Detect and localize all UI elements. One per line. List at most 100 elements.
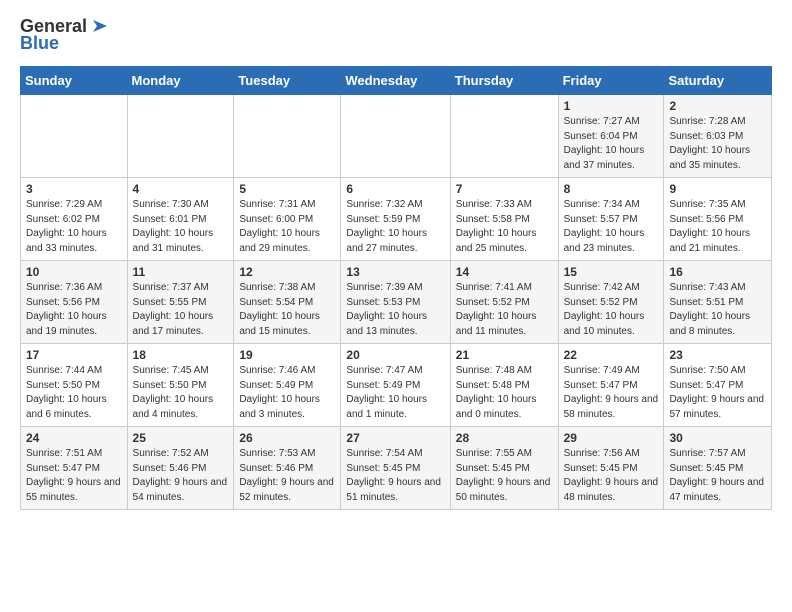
day-info: Sunrise: 7:28 AM Sunset: 6:03 PM Dayligh… — [669, 115, 766, 173]
calendar-cell: 22 Sunrise: 7:49 AM Sunset: 5:47 PM Dayli… — [558, 344, 664, 427]
day-number: 14 — [456, 265, 553, 279]
calendar-cell: 9 Sunrise: 7:35 AM Sunset: 5:56 PM Daylig… — [664, 178, 772, 261]
calendar-cell — [127, 95, 234, 178]
calendar-cell: 17 Sunrise: 7:44 AM Sunset: 5:50 PM Dayli… — [21, 344, 128, 427]
calendar-cell — [21, 95, 128, 178]
calendar-cell: 19 Sunrise: 7:46 AM Sunset: 5:49 PM Dayli… — [234, 344, 341, 427]
calendar-week-row: 3 Sunrise: 7:29 AM Sunset: 6:02 PM Daylig… — [21, 178, 772, 261]
day-info: Sunrise: 7:49 AM Sunset: 5:47 PM Dayligh… — [564, 364, 659, 422]
day-info: Sunrise: 7:32 AM Sunset: 5:59 PM Dayligh… — [346, 198, 444, 256]
day-info: Sunrise: 7:57 AM Sunset: 5:45 PM Dayligh… — [669, 447, 766, 505]
header: General Blue — [20, 16, 772, 54]
day-number: 10 — [26, 265, 122, 279]
day-number: 28 — [456, 431, 553, 445]
calendar-cell: 26 Sunrise: 7:53 AM Sunset: 5:46 PM Dayli… — [234, 427, 341, 510]
calendar-cell: 7 Sunrise: 7:33 AM Sunset: 5:58 PM Daylig… — [450, 178, 558, 261]
day-info: Sunrise: 7:56 AM Sunset: 5:45 PM Dayligh… — [564, 447, 659, 505]
day-number: 13 — [346, 265, 444, 279]
calendar-table: SundayMondayTuesdayWednesdayThursdayFrid… — [20, 66, 772, 510]
day-info: Sunrise: 7:35 AM Sunset: 5:56 PM Dayligh… — [669, 198, 766, 256]
day-info: Sunrise: 7:29 AM Sunset: 6:02 PM Dayligh… — [26, 198, 122, 256]
calendar-cell — [450, 95, 558, 178]
calendar-cell: 24Sunrise: 7:51 AM Sunset: 5:47 PM Dayli… — [21, 427, 128, 510]
calendar-cell: 11 Sunrise: 7:37 AM Sunset: 5:55 PM Dayli… — [127, 261, 234, 344]
day-info: Sunrise: 7:55 AM Sunset: 5:45 PM Dayligh… — [456, 447, 553, 505]
day-number: 19 — [239, 348, 335, 362]
calendar-header-wednesday: Wednesday — [341, 67, 450, 95]
day-number: 1 — [564, 99, 659, 113]
calendar-cell: 12 Sunrise: 7:38 AM Sunset: 5:54 PM Dayli… — [234, 261, 341, 344]
day-info: Sunrise: 7:41 AM Sunset: 5:52 PM Dayligh… — [456, 281, 553, 339]
calendar-cell: 30Sunrise: 7:57 AM Sunset: 5:45 PM Dayli… — [664, 427, 772, 510]
day-number: 3 — [26, 182, 122, 196]
day-number: 20 — [346, 348, 444, 362]
day-info: Sunrise: 7:52 AM Sunset: 5:46 PM Dayligh… — [133, 447, 229, 505]
day-number: 12 — [239, 265, 335, 279]
day-info: Sunrise: 7:45 AM Sunset: 5:50 PM Dayligh… — [133, 364, 229, 422]
calendar-cell: 15Sunrise: 7:42 AM Sunset: 5:52 PM Dayli… — [558, 261, 664, 344]
day-info: Sunrise: 7:30 AM Sunset: 6:01 PM Dayligh… — [133, 198, 229, 256]
calendar-cell: 27 Sunrise: 7:54 AM Sunset: 5:45 PM Dayli… — [341, 427, 450, 510]
day-number: 23 — [669, 348, 766, 362]
calendar-cell: 20Sunrise: 7:47 AM Sunset: 5:49 PM Dayli… — [341, 344, 450, 427]
day-info: Sunrise: 7:50 AM Sunset: 5:47 PM Dayligh… — [669, 364, 766, 422]
day-number: 15 — [564, 265, 659, 279]
day-info: Sunrise: 7:54 AM Sunset: 5:45 PM Dayligh… — [346, 447, 444, 505]
calendar-week-row: 17 Sunrise: 7:44 AM Sunset: 5:50 PM Dayli… — [21, 344, 772, 427]
calendar-cell: 8Sunrise: 7:34 AM Sunset: 5:57 PM Daylig… — [558, 178, 664, 261]
calendar-cell: 6 Sunrise: 7:32 AM Sunset: 5:59 PM Daylig… — [341, 178, 450, 261]
calendar-cell: 4 Sunrise: 7:30 AM Sunset: 6:01 PM Daylig… — [127, 178, 234, 261]
day-number: 11 — [133, 265, 229, 279]
day-number: 9 — [669, 182, 766, 196]
logo-arrow-icon — [89, 15, 111, 37]
day-info: Sunrise: 7:39 AM Sunset: 5:53 PM Dayligh… — [346, 281, 444, 339]
calendar-cell: 14 Sunrise: 7:41 AM Sunset: 5:52 PM Dayli… — [450, 261, 558, 344]
day-info: Sunrise: 7:46 AM Sunset: 5:49 PM Dayligh… — [239, 364, 335, 422]
day-info: Sunrise: 7:53 AM Sunset: 5:46 PM Dayligh… — [239, 447, 335, 505]
day-number: 27 — [346, 431, 444, 445]
page: General Blue SundayMondayTuesdayWednesda… — [0, 0, 792, 526]
calendar-cell: 16 Sunrise: 7:43 AM Sunset: 5:51 PM Dayli… — [664, 261, 772, 344]
day-info: Sunrise: 7:33 AM Sunset: 5:58 PM Dayligh… — [456, 198, 553, 256]
day-number: 6 — [346, 182, 444, 196]
day-number: 5 — [239, 182, 335, 196]
day-number: 4 — [133, 182, 229, 196]
calendar-header-monday: Monday — [127, 67, 234, 95]
calendar-header-friday: Friday — [558, 67, 664, 95]
logo-blue-text: Blue — [20, 33, 59, 54]
calendar-header-saturday: Saturday — [664, 67, 772, 95]
calendar-cell — [234, 95, 341, 178]
calendar-week-row: 24Sunrise: 7:51 AM Sunset: 5:47 PM Dayli… — [21, 427, 772, 510]
day-number: 18 — [133, 348, 229, 362]
day-info: Sunrise: 7:43 AM Sunset: 5:51 PM Dayligh… — [669, 281, 766, 339]
day-number: 21 — [456, 348, 553, 362]
logo: General Blue — [20, 16, 111, 54]
day-number: 26 — [239, 431, 335, 445]
calendar-cell: 25Sunrise: 7:52 AM Sunset: 5:46 PM Dayli… — [127, 427, 234, 510]
calendar-cell: 2 Sunrise: 7:28 AM Sunset: 6:03 PM Daylig… — [664, 95, 772, 178]
calendar-cell: 5 Sunrise: 7:31 AM Sunset: 6:00 PM Daylig… — [234, 178, 341, 261]
day-number: 16 — [669, 265, 766, 279]
day-number: 24 — [26, 431, 122, 445]
day-info: Sunrise: 7:44 AM Sunset: 5:50 PM Dayligh… — [26, 364, 122, 422]
day-info: Sunrise: 7:38 AM Sunset: 5:54 PM Dayligh… — [239, 281, 335, 339]
day-info: Sunrise: 7:27 AM Sunset: 6:04 PM Dayligh… — [564, 115, 659, 173]
day-number: 7 — [456, 182, 553, 196]
calendar-cell: 13 Sunrise: 7:39 AM Sunset: 5:53 PM Dayli… — [341, 261, 450, 344]
calendar-cell: 28 Sunrise: 7:55 AM Sunset: 5:45 PM Dayli… — [450, 427, 558, 510]
day-number: 22 — [564, 348, 659, 362]
day-info: Sunrise: 7:37 AM Sunset: 5:55 PM Dayligh… — [133, 281, 229, 339]
calendar-week-row: 10Sunrise: 7:36 AM Sunset: 5:56 PM Dayli… — [21, 261, 772, 344]
day-number: 17 — [26, 348, 122, 362]
calendar-cell: 3 Sunrise: 7:29 AM Sunset: 6:02 PM Daylig… — [21, 178, 128, 261]
calendar-cell: 23 Sunrise: 7:50 AM Sunset: 5:47 PM Dayli… — [664, 344, 772, 427]
calendar-header-row: SundayMondayTuesdayWednesdayThursdayFrid… — [21, 67, 772, 95]
calendar-header-sunday: Sunday — [21, 67, 128, 95]
day-info: Sunrise: 7:31 AM Sunset: 6:00 PM Dayligh… — [239, 198, 335, 256]
day-number: 2 — [669, 99, 766, 113]
calendar-cell: 18 Sunrise: 7:45 AM Sunset: 5:50 PM Dayli… — [127, 344, 234, 427]
day-number: 29 — [564, 431, 659, 445]
calendar-header-tuesday: Tuesday — [234, 67, 341, 95]
calendar-cell: 1 Sunrise: 7:27 AM Sunset: 6:04 PM Daylig… — [558, 95, 664, 178]
day-info: Sunrise: 7:48 AM Sunset: 5:48 PM Dayligh… — [456, 364, 553, 422]
